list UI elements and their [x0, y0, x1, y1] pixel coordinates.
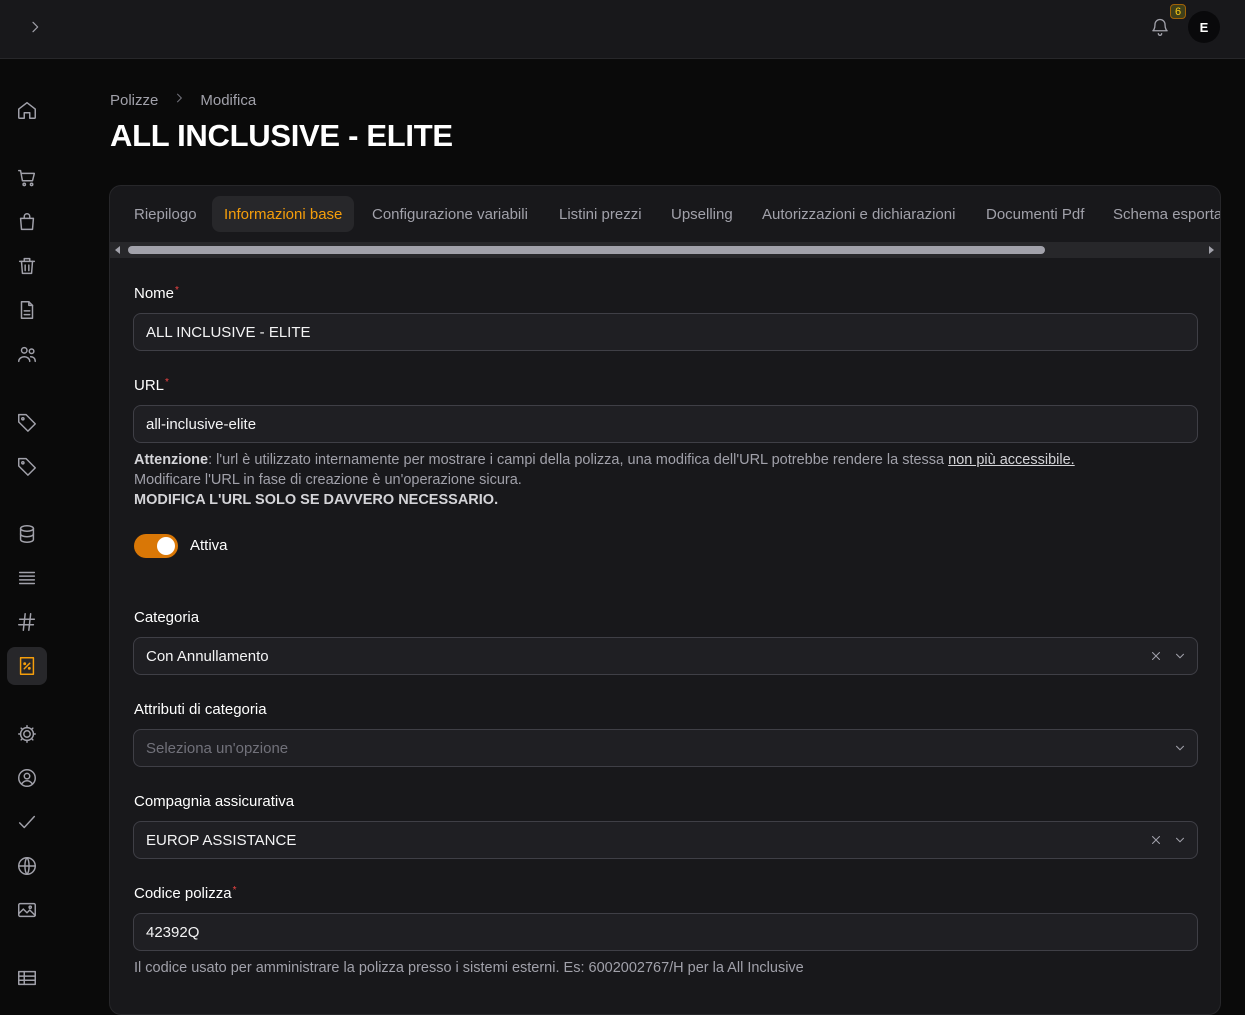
check-icon [18, 815, 36, 829]
tab-listini-prezzi[interactable]: Listini prezzi [547, 196, 654, 232]
document-icon [20, 301, 34, 319]
sidebar-item-hashtag[interactable] [7, 603, 47, 641]
home-icon [18, 101, 36, 119]
sidebar-item-list[interactable] [7, 559, 47, 597]
scrollbar-thumb[interactable] [128, 246, 1045, 254]
sidebar-item-cart[interactable] [7, 159, 47, 197]
breadcrumb: Polizze Modifica [110, 91, 256, 109]
sidebar-item-tag-2[interactable] [7, 447, 47, 485]
tab-informazioni-base[interactable]: Informazioni base [212, 196, 355, 232]
breadcrumb-separator [172, 91, 186, 109]
required-marker: * [175, 285, 179, 296]
chevron-right-icon [177, 93, 183, 103]
attiva-toggle[interactable] [134, 534, 178, 558]
receipt-percent-icon [19, 657, 35, 675]
sidebar-item-users[interactable] [7, 335, 47, 373]
categoria-label: Categoria [134, 609, 200, 626]
sidebar-item-home[interactable] [7, 91, 47, 129]
table-icon [18, 970, 36, 986]
chevron-down-icon[interactable] [1173, 833, 1187, 847]
required-marker: * [232, 885, 237, 896]
tabs-bar: Riepilogo Informazioni base Configurazio… [110, 186, 1220, 244]
url-warning: Attenzione: l'url è utilizzato intername… [134, 452, 1075, 508]
photo-icon [18, 902, 36, 918]
sidebar-item-images[interactable] [7, 891, 47, 929]
sidebar-item-globe[interactable] [7, 847, 47, 885]
attributi-label: Attributi di categoria [134, 701, 267, 718]
scroll-left-arrow-icon[interactable] [115, 246, 120, 254]
globe-icon [18, 857, 36, 875]
toggle-knob [157, 537, 175, 555]
sidebar [0, 59, 56, 997]
sidebar-item-database[interactable] [7, 515, 47, 553]
tab-autorizzazioni[interactable]: Autorizzazioni e dichiarazioni [750, 196, 967, 232]
scroll-right-arrow-icon[interactable] [1209, 246, 1214, 254]
clear-icon[interactable] [1149, 649, 1163, 663]
required-marker: * [165, 377, 169, 388]
url-input[interactable]: all-inclusive-elite [133, 405, 1198, 443]
list-icon [18, 571, 36, 585]
tab-upselling[interactable]: Upselling [659, 196, 745, 232]
database-icon [19, 525, 35, 543]
shopping-bag-icon [19, 213, 35, 231]
codice-label: Codice polizza* [134, 885, 237, 902]
breadcrumb-polizze[interactable]: Polizze [110, 92, 158, 109]
tab-documenti-pdf[interactable]: Documenti Pdf [974, 196, 1096, 232]
sidebar-item-tag-1[interactable] [7, 403, 47, 441]
notification-count-badge: 6 [1170, 4, 1186, 19]
page-title: ALL INCLUSIVE - ELITE [110, 118, 453, 153]
compagnia-label: Compagnia assicurativa [134, 793, 295, 810]
sidebar-item-bag[interactable] [7, 203, 47, 241]
tag-icon [18, 457, 36, 476]
topbar: 6 E [0, 0, 1245, 59]
breadcrumb-modifica[interactable]: Modifica [200, 92, 256, 109]
nome-input[interactable]: ALL INCLUSIVE - ELITE [133, 313, 1198, 351]
attiva-label: Attiva [190, 537, 228, 554]
url-label: URL* [134, 377, 169, 394]
cog-icon [18, 725, 36, 743]
user-avatar[interactable]: E [1188, 11, 1220, 43]
url-warning-link: non più accessibile. [948, 452, 1075, 468]
form-card: Riepilogo Informazioni base Configurazio… [109, 185, 1221, 1015]
compagnia-value: EUROP ASSISTANCE [146, 831, 297, 849]
nome-label: Nome* [134, 285, 179, 302]
codice-help: Il codice usato per amministrare la poli… [134, 960, 804, 976]
chevron-down-icon[interactable] [1173, 741, 1187, 755]
clear-icon[interactable] [1149, 833, 1163, 847]
chevron-down-icon[interactable] [1173, 649, 1187, 663]
sidebar-item-policies[interactable] [7, 647, 47, 685]
users-icon [18, 346, 36, 363]
sidebar-item-check[interactable] [7, 803, 47, 841]
tag-icon [18, 413, 36, 432]
categoria-select[interactable]: Con Annullamento [133, 637, 1198, 675]
trash-icon [18, 257, 36, 275]
categoria-value: Con Annullamento [146, 647, 269, 665]
notifications-button[interactable] [1147, 14, 1173, 40]
user-circle-icon [18, 769, 36, 787]
sidebar-item-table[interactable] [7, 959, 47, 997]
hashtag-icon [18, 613, 36, 631]
codice-input[interactable]: 42392Q [133, 913, 1198, 951]
tab-schema-esporta[interactable]: Schema esporta [1101, 196, 1220, 232]
sidebar-item-account[interactable] [7, 759, 47, 797]
sidebar-item-settings[interactable] [7, 715, 47, 753]
attributi-select[interactable]: Seleziona un'opzione [133, 729, 1198, 767]
sidebar-item-trash[interactable] [7, 247, 47, 285]
sidebar-item-document[interactable] [7, 291, 47, 329]
tabs-scrollbar[interactable] [110, 242, 1220, 258]
compagnia-select[interactable]: EUROP ASSISTANCE [133, 821, 1198, 859]
tab-riepilogo[interactable]: Riepilogo [122, 196, 209, 232]
sidebar-toggle-button[interactable] [22, 14, 48, 40]
bell-icon [1152, 18, 1168, 36]
tab-configurazione-variabili[interactable]: Configurazione variabili [360, 196, 540, 232]
chevron-right-icon [32, 21, 39, 33]
attributi-placeholder: Seleziona un'opzione [146, 739, 289, 757]
cart-icon [18, 169, 36, 187]
